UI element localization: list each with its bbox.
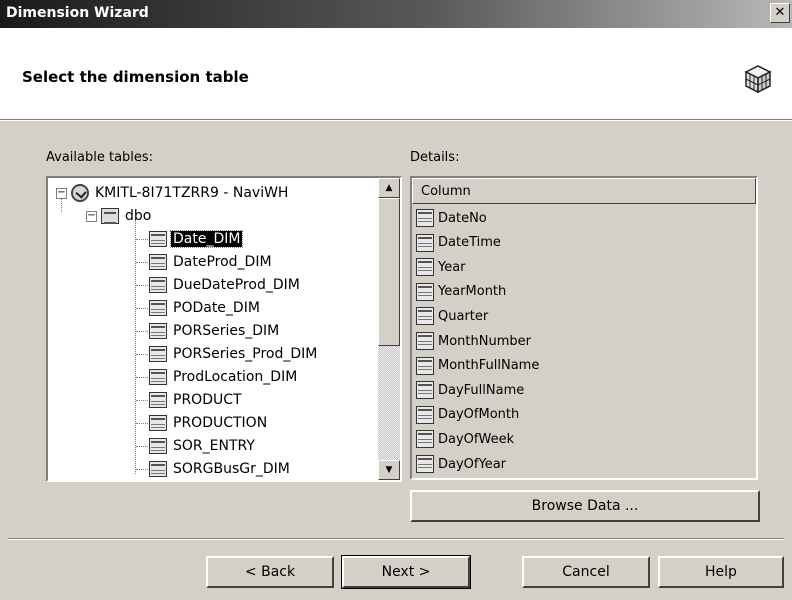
page-title: Select the dimension table <box>22 68 249 86</box>
table-icon <box>149 415 167 431</box>
column-item[interactable]: DayOfWeek <box>416 427 514 451</box>
column-icon <box>416 405 434 424</box>
column-name: DayOfMonth <box>438 407 520 423</box>
column-icon <box>416 356 434 375</box>
table-icon <box>149 369 167 385</box>
column-icon <box>416 332 434 350</box>
table-icon <box>149 231 167 247</box>
column-name: DayOfWeek <box>438 431 515 447</box>
column-icon <box>416 430 434 449</box>
table-name: PODate_DIM <box>173 300 260 316</box>
column-name: DayFullName <box>438 382 525 398</box>
table-icon <box>149 277 167 293</box>
column-name: DateTime <box>438 235 501 251</box>
column-icon <box>416 381 434 400</box>
table-name: SOR_ENTRY <box>173 438 255 454</box>
column-icon <box>416 282 434 301</box>
server-icon <box>71 184 89 202</box>
table-item[interactable]: Date_DIM <box>149 228 244 250</box>
table-icon <box>149 461 167 477</box>
table-name: PORSeries_Prod_DIM <box>173 346 318 362</box>
table-name: PORSeries_DIM <box>173 323 280 339</box>
column-icon <box>416 258 434 277</box>
tree-server-node[interactable]: − KMITL-8I71TZRR9 - NaviWH <box>56 182 290 204</box>
window-title: Dimension Wizard <box>6 5 149 21</box>
column-item[interactable]: DateTime <box>416 231 501 255</box>
column-name: MonthFullName <box>438 358 540 374</box>
available-tables-tree[interactable]: − KMITL-8I71TZRR9 - NaviWH − dbo Date_DI… <box>46 176 402 482</box>
column-item[interactable]: DayFullName <box>416 378 524 402</box>
available-tables-label: Available tables: <box>46 150 154 165</box>
table-item[interactable]: SOR_ENTRY <box>149 435 257 457</box>
scroll-up-button[interactable]: ▲ <box>378 178 400 198</box>
cube-icon <box>744 65 772 94</box>
divider <box>8 538 784 540</box>
table-name: PRODUCT <box>173 392 242 408</box>
schema-name: dbo <box>125 208 152 224</box>
back-button[interactable]: < Back <box>206 556 334 588</box>
column-item[interactable]: DateNo <box>416 206 487 230</box>
cancel-button[interactable]: Cancel <box>522 556 650 588</box>
wizard-header: Select the dimension table <box>0 28 792 120</box>
column-header[interactable]: Column <box>412 178 756 204</box>
column-name: MonthNumber <box>438 333 531 349</box>
column-icon <box>416 307 434 326</box>
column-item[interactable]: DayOfMonth <box>416 403 519 427</box>
tree-scrollbar[interactable]: ▲ ▼ <box>378 178 400 480</box>
table-name: ProdLocation_DIM <box>173 369 298 385</box>
details-label: Details: <box>410 150 460 165</box>
column-item[interactable]: MonthNumber <box>416 329 531 353</box>
column-item[interactable]: Quarter <box>416 304 488 328</box>
column-item[interactable]: Year <box>416 255 466 279</box>
table-icon <box>149 346 167 362</box>
table-item[interactable]: PRODUCT <box>149 389 244 411</box>
table-name: PRODUCTION <box>173 415 268 431</box>
table-item[interactable]: PODate_DIM <box>149 297 262 319</box>
help-button[interactable]: Help <box>658 556 784 588</box>
server-name: KMITL-8I71TZRR9 - NaviWH <box>95 185 289 201</box>
details-list[interactable]: Column DateNo DateTime Year YearMonth Quarte… <box>410 176 758 480</box>
column-item[interactable]: YearMonth <box>416 280 506 304</box>
table-item[interactable]: ProdLocation_DIM <box>149 366 299 388</box>
column-icon <box>416 233 434 252</box>
table-icon <box>149 254 167 270</box>
scroll-thumb[interactable] <box>378 198 400 346</box>
table-icon <box>149 300 167 316</box>
table-item[interactable]: PORSeries_DIM <box>149 320 281 342</box>
column-item[interactable]: MonthFullName <box>416 354 539 378</box>
browse-data-button[interactable]: Browse Data ... <box>410 490 760 522</box>
table-icon <box>149 323 167 339</box>
column-name: YearMonth <box>438 284 507 300</box>
table-icon <box>149 392 167 408</box>
close-button[interactable]: ✕ <box>770 3 790 23</box>
schema-icon <box>101 208 119 224</box>
column-name: Year <box>438 259 466 275</box>
next-button[interactable]: Next > <box>341 555 471 589</box>
column-icon <box>416 209 434 227</box>
collapse-icon[interactable]: − <box>86 210 97 222</box>
table-item[interactable]: DueDateProd_DIM <box>149 274 302 296</box>
tree-schema-node[interactable]: − dbo <box>86 205 153 227</box>
column-name: DayOfYear <box>438 456 507 472</box>
table-item[interactable]: PRODUCTION <box>149 412 269 434</box>
table-icon <box>149 438 167 454</box>
column-name: DateNo <box>438 210 487 226</box>
table-item[interactable]: SORGBusGr_DIM <box>149 458 292 480</box>
table-item[interactable]: DateProd_DIM <box>149 251 274 273</box>
collapse-icon[interactable]: − <box>56 187 67 199</box>
column-name: Quarter <box>438 308 489 324</box>
scroll-down-button[interactable]: ▼ <box>378 460 400 480</box>
table-name: SORGBusGr_DIM <box>173 461 290 477</box>
table-name: DueDateProd_DIM <box>173 277 300 293</box>
title-bar: Dimension Wizard ✕ <box>0 0 792 28</box>
table-name: DateProd_DIM <box>173 254 272 270</box>
column-item[interactable]: DayOfYear <box>416 452 506 476</box>
table-name: Date_DIM <box>169 230 244 248</box>
table-item[interactable]: PORSeries_Prod_DIM <box>149 343 319 365</box>
column-icon <box>416 455 434 473</box>
